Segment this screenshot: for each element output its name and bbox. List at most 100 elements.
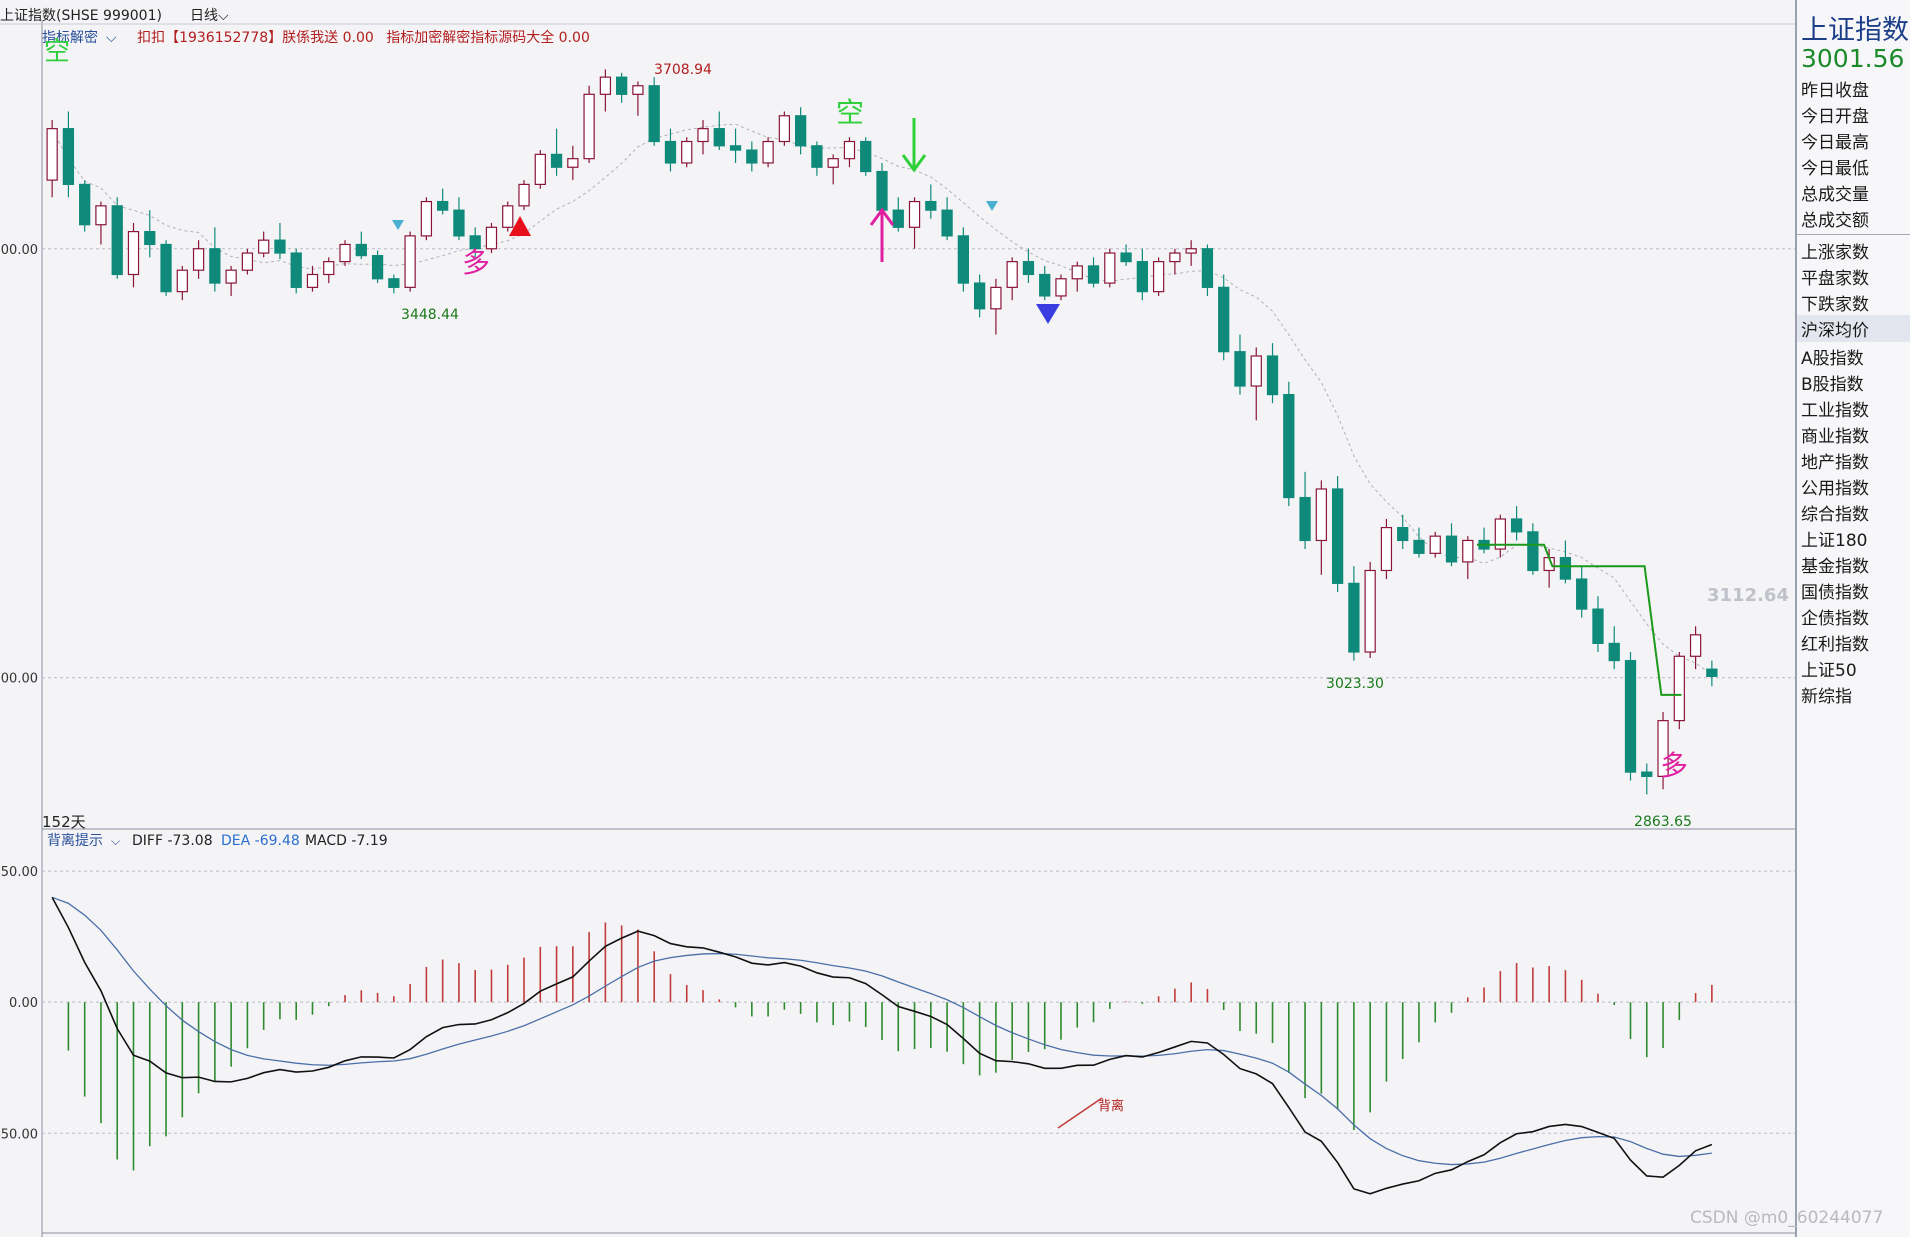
candle-body (794, 115, 807, 147)
candle-body (1510, 518, 1523, 533)
stop-loss-line (1476, 543, 1682, 696)
candle-body (306, 273, 319, 288)
candle (1445, 523, 1458, 567)
stat-label[interactable]: 今日开盘 (1801, 102, 1869, 127)
candle-body (632, 85, 644, 95)
macd-indicator-name[interactable]: 背离提示 (47, 832, 103, 849)
candle-body (176, 269, 188, 293)
index-link[interactable]: 上证180 (1801, 526, 1867, 551)
candle (453, 197, 465, 241)
low-label-mid: 3023.30 (1326, 676, 1384, 692)
breadth-label[interactable]: 下跌家数 (1801, 290, 1869, 315)
candle (518, 180, 530, 211)
candle-body (1608, 642, 1620, 662)
magenta-up-arrow-icon (869, 207, 895, 262)
sidebar-separator (1797, 234, 1910, 235)
candle (1250, 347, 1262, 421)
section-label[interactable]: 沪深均价 (1801, 316, 1869, 341)
candle-body (355, 243, 367, 257)
candle-body (1071, 265, 1083, 280)
stat-label[interactable]: 总成交量 (1801, 180, 1869, 205)
candle (1104, 248, 1116, 288)
candle (925, 184, 937, 219)
candle-body (762, 140, 774, 164)
candle (1266, 343, 1279, 404)
candle-body (1348, 582, 1360, 653)
candle-body (339, 243, 351, 263)
candle-body (1234, 351, 1246, 387)
candle (697, 120, 709, 155)
candle (941, 197, 953, 241)
candle (62, 111, 75, 198)
stat-label[interactable]: 今日最低 (1801, 154, 1869, 179)
candle-body (957, 235, 970, 284)
candle (908, 197, 921, 249)
candle-body (502, 205, 514, 228)
candle (811, 141, 823, 176)
candle-body (1641, 771, 1653, 777)
stat-label[interactable]: 昨日收盘 (1801, 76, 1869, 101)
candle-body (144, 230, 156, 246)
candle (1169, 248, 1181, 275)
divergence-label: 背离 (1098, 1098, 1124, 1114)
candle-body (990, 286, 1002, 310)
candle-body (225, 269, 237, 284)
candle-body (616, 76, 628, 95)
candle-body (567, 158, 579, 168)
candle (371, 250, 384, 284)
candle-body (1022, 261, 1035, 276)
candle (1706, 660, 1718, 687)
candle (1331, 476, 1344, 592)
watermark: CSDN @m0_60244077 (1690, 1208, 1884, 1228)
candle-body (648, 85, 660, 143)
index-link[interactable]: 企债指数 (1801, 604, 1869, 629)
candle-body (713, 128, 725, 147)
stat-label[interactable]: 今日最高 (1801, 128, 1869, 153)
candle-body (599, 76, 612, 95)
breadth-label[interactable]: 平盘家数 (1801, 264, 1869, 289)
green-down-arrow-icon (901, 118, 927, 173)
index-link[interactable]: B股指数 (1801, 370, 1864, 395)
candle (1397, 514, 1409, 550)
candle-body (729, 145, 742, 151)
kong-signal-left: 空 (44, 37, 70, 67)
breadth-label[interactable]: 上涨家数 (1801, 238, 1869, 263)
candle-body (843, 140, 856, 160)
index-link[interactable]: 国债指数 (1801, 578, 1869, 603)
index-link[interactable]: 商业指数 (1801, 422, 1869, 447)
candle (762, 137, 774, 168)
candle (1201, 244, 1214, 296)
candle (1413, 527, 1425, 558)
candle (1283, 381, 1295, 507)
index-link[interactable]: 工业指数 (1801, 396, 1869, 421)
index-link[interactable]: 红利指数 (1801, 630, 1869, 655)
candle-body (1624, 659, 1637, 773)
candle (1071, 261, 1083, 292)
candle-body (323, 261, 335, 276)
candle (1641, 763, 1653, 795)
diff-legend: DIFF -73.08 (132, 833, 213, 849)
stat-label[interactable]: 总成交额 (1801, 206, 1869, 231)
index-link[interactable]: 综合指数 (1801, 500, 1869, 525)
candle-body (1120, 252, 1132, 263)
y-tick-label: 3000.00 (0, 672, 38, 687)
candle-body (111, 205, 123, 276)
index-link[interactable]: 公用指数 (1801, 474, 1869, 499)
candle (95, 201, 107, 245)
candle (1429, 531, 1441, 558)
candle-body (46, 128, 58, 181)
index-link[interactable]: 基金指数 (1801, 552, 1869, 577)
candle (1348, 566, 1360, 661)
candle (46, 120, 58, 198)
candle (192, 240, 205, 279)
candle-body (908, 200, 921, 228)
index-link[interactable]: 地产指数 (1801, 448, 1869, 473)
index-link[interactable]: 新综指 (1801, 682, 1852, 707)
macd-legend-value: MACD -7.19 (305, 833, 388, 849)
chart-canvas[interactable]: 3500.00 3000.00 3708.94 3448.44 3023.30 2… (0, 0, 1795, 1237)
candle-body (79, 183, 91, 226)
quote-sidebar: 上证指数 3001.56 - 昨日收盘今日开盘今日最高今日最低总成交量总成交额上… (1795, 0, 1910, 1237)
index-link[interactable]: A股指数 (1801, 344, 1864, 369)
index-link[interactable]: 上证50 (1801, 656, 1857, 681)
candle-body (274, 239, 286, 254)
